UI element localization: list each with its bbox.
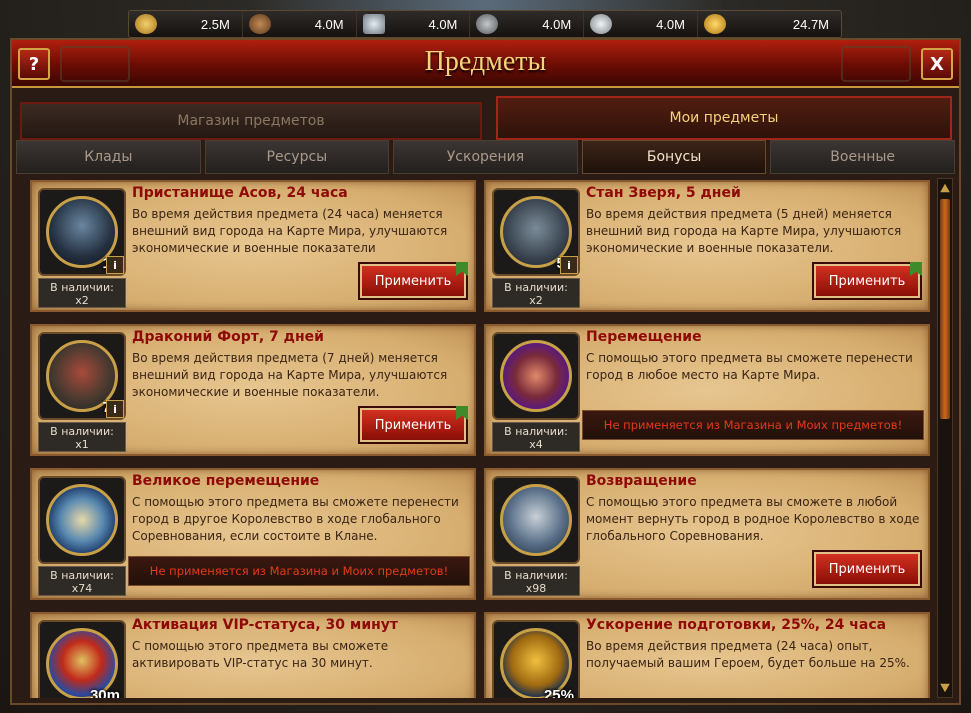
item-card: В наличии: x4 Перемещение С помощью этого… <box>484 324 930 456</box>
item-description: С помощью этого предмета вы сможете пере… <box>586 351 913 382</box>
info-icon[interactable]: i <box>106 400 124 418</box>
item-description: Во время действия предмета (5 дней) меня… <box>586 207 902 255</box>
resource-silver: 4.0M <box>584 11 698 37</box>
item-description: С помощью этого предмета вы сможете в лю… <box>586 495 920 543</box>
wheat-icon <box>135 14 157 34</box>
item-description: С помощью этого предмета вы сможете акти… <box>132 639 389 670</box>
title-bar: Предметы ? X <box>12 40 959 88</box>
item-portrait <box>492 332 580 420</box>
window-title: Предметы <box>424 46 547 77</box>
teleport-icon <box>500 340 572 412</box>
scroll-up-icon[interactable] <box>940 183 950 193</box>
info-icon[interactable]: i <box>106 256 124 274</box>
stock-box: В наличии: x4 <box>492 422 580 452</box>
items-window: Предметы ? X Магазин предметов Мои предм… <box>10 38 961 705</box>
stock-box: В наличии: x74 <box>38 566 126 596</box>
stock-box: В наличии: x2 <box>492 278 580 308</box>
scroll-thumb[interactable] <box>940 199 950 419</box>
item-card: 5d i В наличии:x2 Стан Зверя, 5 дней Во … <box>484 180 930 312</box>
stone-icon <box>476 14 499 34</box>
resource-iron: 4.0M <box>357 11 471 37</box>
item-description: С помощью этого предмета вы сможете пере… <box>132 495 459 543</box>
item-card: 30m Активация VIP-статуса, 30 минут С по… <box>30 612 476 698</box>
item-title: Активация VIP-статуса, 30 минут <box>132 617 399 633</box>
main-tabs: Магазин предметов Мои предметы <box>16 92 955 142</box>
item-description: Во время действия предмета (24 часа) мен… <box>132 207 448 255</box>
info-icon[interactable]: i <box>560 256 578 274</box>
item-title: Великое перемещение <box>132 473 320 489</box>
not-applicable-warning: Не применяется из Магазина и Моих предме… <box>128 556 470 586</box>
subtab-bonuses[interactable]: Бонусы <box>581 140 767 174</box>
silver-icon <box>590 14 613 34</box>
bookmark-icon <box>456 406 468 420</box>
subtab-treasures[interactable]: Клады <box>16 140 201 174</box>
subtab-speedups[interactable]: Ускорения <box>393 140 578 174</box>
item-title: Драконий Форт, 7 дней <box>132 329 324 345</box>
item-title: Перемещение <box>586 329 702 345</box>
close-button[interactable]: X <box>921 48 953 80</box>
duration-badge: 30m <box>89 687 120 698</box>
help-button[interactable]: ? <box>18 48 50 80</box>
bookmark-icon <box>910 262 922 276</box>
wood-icon <box>248 14 271 34</box>
item-title: Пристанище Асов, 24 часа <box>132 185 348 201</box>
resource-wheat: 2.5M <box>129 11 243 37</box>
item-title: Ускорение подготовки, 25%, 24 часа <box>586 617 887 633</box>
subtab-military[interactable]: Военные <box>770 140 955 174</box>
scroll-down-icon[interactable] <box>939 682 951 694</box>
subtab-resources[interactable]: Ресурсы <box>204 140 390 174</box>
item-title: Возвращение <box>586 473 697 489</box>
gold-icon <box>703 14 726 34</box>
great-teleport-icon <box>46 484 118 556</box>
category-tabs: Клады Ресурсы Ускорения Бонусы Военные <box>16 140 955 174</box>
item-card: 1d i В наличии:x2 Пристанище Асов, 24 ча… <box>30 180 476 312</box>
stock-box: В наличии: x1 <box>38 422 126 452</box>
item-portrait <box>492 476 580 564</box>
longship-icon <box>500 484 572 556</box>
item-portrait: 25% <box>492 620 580 698</box>
iron-icon <box>362 14 385 34</box>
stock-box: В наличии: x2 <box>38 278 126 308</box>
resource-bar: 2.5M 4.0M 4.0M 4.0M 4.0M 24.7M <box>128 10 842 38</box>
resource-stone: 4.0M <box>470 11 585 37</box>
items-list: 1d i В наличии:x2 Пристанище Асов, 24 ча… <box>16 178 936 698</box>
item-portrait <box>38 476 126 564</box>
apply-button[interactable]: Применить <box>360 262 468 298</box>
apply-button[interactable]: Применить <box>814 552 920 586</box>
item-card: В наличии: x74 Великое перемещение С помо… <box>30 468 476 600</box>
item-title: Стан Зверя, 5 дней <box>586 185 741 201</box>
item-card: 7d i В наличии:x1 Драконий Форт, 7 дней … <box>30 324 476 456</box>
item-description: Во время действия предмета (24 часа) опы… <box>586 639 910 670</box>
not-applicable-warning: Не применяется из Магазина и Моих предме… <box>582 410 924 440</box>
apply-button[interactable]: Применить <box>814 262 922 298</box>
resource-gold: 24.7M <box>698 11 841 37</box>
apply-button[interactable]: Применить <box>360 406 468 442</box>
stock-box: В наличии: x98 <box>492 566 580 596</box>
item-card: В наличии: x98 Возвращение С помощью этог… <box>484 468 930 600</box>
item-portrait: 30m <box>38 620 126 698</box>
bonus-badge: 25% <box>543 687 574 698</box>
item-card: 25% Ускорение подготовки, 25%, 24 часа В… <box>484 612 930 698</box>
scrollbar[interactable] <box>937 178 953 698</box>
bookmark-icon <box>456 262 468 276</box>
item-description: Во время действия предмета (7 дней) меня… <box>132 351 448 399</box>
tab-my-items[interactable]: Мои предметы <box>496 96 952 140</box>
tab-item-shop[interactable]: Магазин предметов <box>20 102 482 140</box>
resource-wood: 4.0M <box>243 11 357 37</box>
